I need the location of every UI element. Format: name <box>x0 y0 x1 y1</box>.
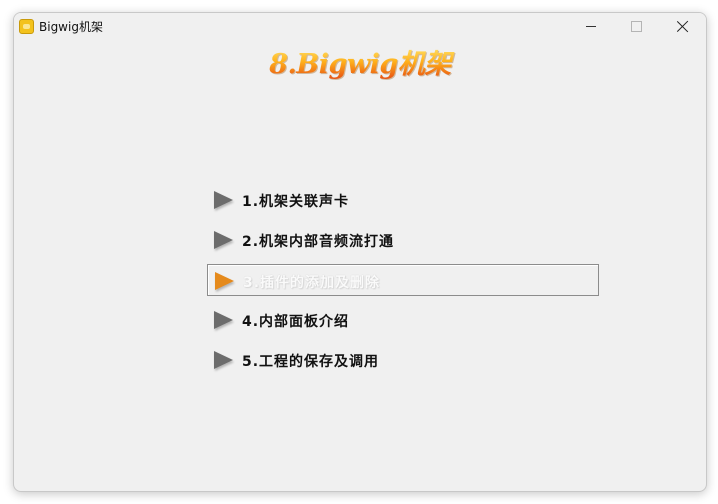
play-arrow-icon <box>214 231 233 249</box>
play-arrow-icon <box>215 272 234 290</box>
menu-item-label: 1.机架关联声卡 <box>242 194 350 210</box>
menu-item-3[interactable]: 3.插件的添加及删除 <box>207 264 599 296</box>
menu-item-1[interactable]: 1.机架关联声卡 <box>207 184 599 216</box>
menu-item-label: 3.插件的添加及删除 <box>243 275 381 291</box>
app-window: Bigwig机架 8.Bigwig机架 1.机架关联声卡 2.机架内部音频流打通… <box>13 12 707 492</box>
menu-item-2[interactable]: 2.机架内部音频流打通 <box>207 224 599 256</box>
menu-item-label: 5.工程的保存及调用 <box>242 354 380 370</box>
menu: 1.机架关联声卡 2.机架内部音频流打通 3.插件的添加及删除 4.内部面板介绍… <box>14 13 706 491</box>
menu-item-label: 2.机架内部音频流打通 <box>242 234 395 250</box>
play-arrow-icon <box>214 191 233 209</box>
play-arrow-icon <box>214 351 233 369</box>
menu-item-4[interactable]: 4.内部面板介绍 <box>207 304 599 336</box>
menu-item-5[interactable]: 5.工程的保存及调用 <box>207 344 599 376</box>
menu-item-label: 4.内部面板介绍 <box>242 314 350 330</box>
play-arrow-icon <box>214 311 233 329</box>
